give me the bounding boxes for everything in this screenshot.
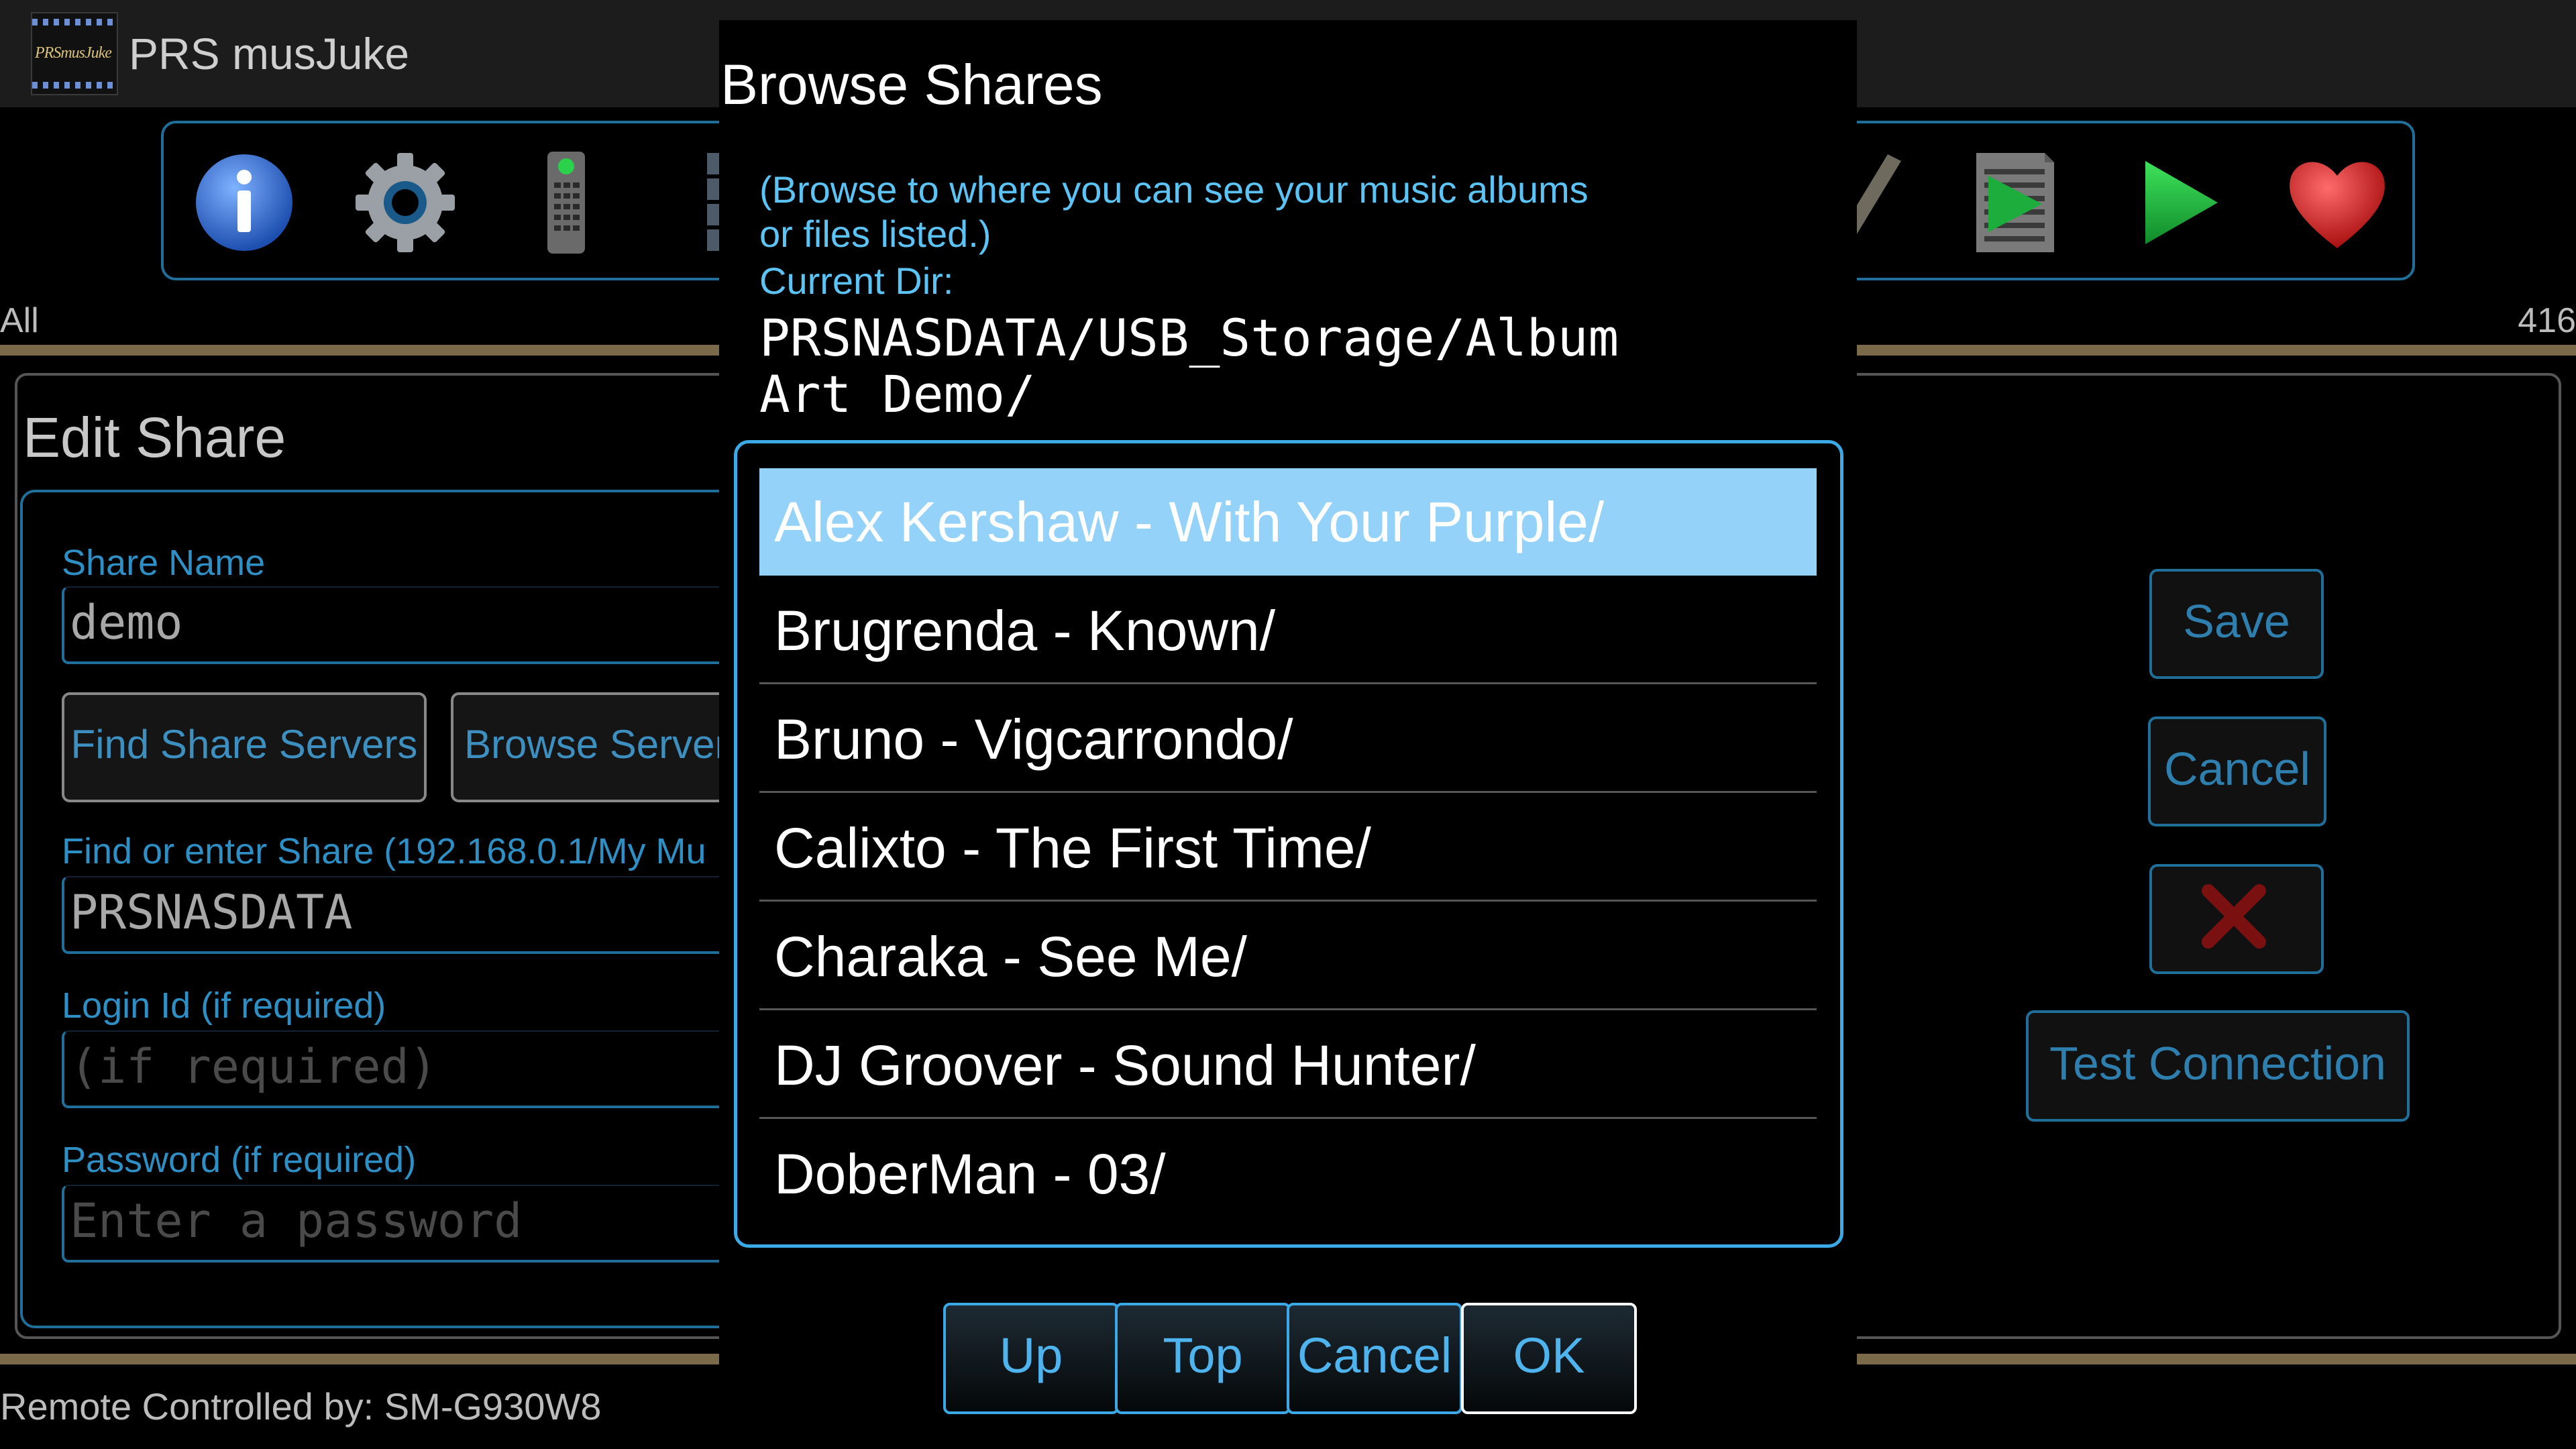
playlist-icon[interactable] [1962,149,2069,256]
top-button[interactable]: Top [1115,1303,1291,1414]
folder-list-item[interactable]: Brugrenda - Known/ [759,577,1817,684]
favorite-heart-icon[interactable] [2284,149,2391,256]
dialog-hint: (Browse to where you can see your music … [759,168,1631,256]
info-icon[interactable] [191,149,298,256]
dialog-title: Browse Shares [720,53,1103,116]
play-icon[interactable] [2123,149,2230,256]
edit-share-title: Edit Share [23,406,286,469]
folder-list-item[interactable]: Bruno - Vigcarrondo/ [759,686,1817,793]
remote-control-icon[interactable] [513,149,620,256]
folder-list-item[interactable]: DoberMan - 03/ [759,1120,1817,1228]
cancel-button[interactable]: Cancel [2148,716,2326,826]
app-logo: PRSmusJuke [31,12,118,95]
login-id-label: Login Id (if required) [62,985,386,1026]
dialog-hint-line2: or files listed.) [759,213,991,255]
test-connection-button[interactable]: Test Connection [2026,1010,2410,1122]
share-name-label: Share Name [62,543,266,583]
current-dir-path: PRSNASDATA/USB_Storage/Album Art Demo/ [759,310,1766,423]
red-x-icon [2202,884,2266,949]
dialog-cancel-button[interactable]: Cancel [1287,1303,1462,1414]
dialog-hint-line1: (Browse to where you can see your music … [759,168,1589,211]
find-share-servers-button[interactable]: Find Share Servers [62,692,427,802]
share-path-label: Find or enter Share (192.168.0.1/My Mu [62,831,706,871]
folder-list-item[interactable]: DJ Groover - Sound Hunter/ [759,1012,1817,1119]
remote-status-text: Remote Controlled by: SM-G930W8 [0,1385,602,1428]
ok-button[interactable]: OK [1461,1303,1637,1414]
folder-list-item-selected[interactable]: Alex Kershaw - With Your Purple/ [759,468,1817,576]
current-dir-path-line2: Art Demo/ [759,364,1036,424]
current-dir-path-line1: PRSNASDATA/USB_Storage/Album [759,308,1619,368]
folder-list-item[interactable]: Calixto - The First Time/ [759,794,1817,902]
delete-button[interactable] [2149,864,2324,974]
filter-label: All [0,301,39,340]
item-count-label: 416 [2518,301,2576,340]
settings-gear-icon[interactable] [352,149,459,256]
folder-list-item[interactable]: Charaka - See Me/ [759,903,1817,1010]
save-button[interactable]: Save [2149,569,2324,679]
current-dir-label: Current Dir: [759,260,954,302]
password-label: Password (if required) [62,1140,417,1180]
app-title: PRS musJuke [129,29,410,78]
up-button[interactable]: Up [943,1303,1119,1414]
